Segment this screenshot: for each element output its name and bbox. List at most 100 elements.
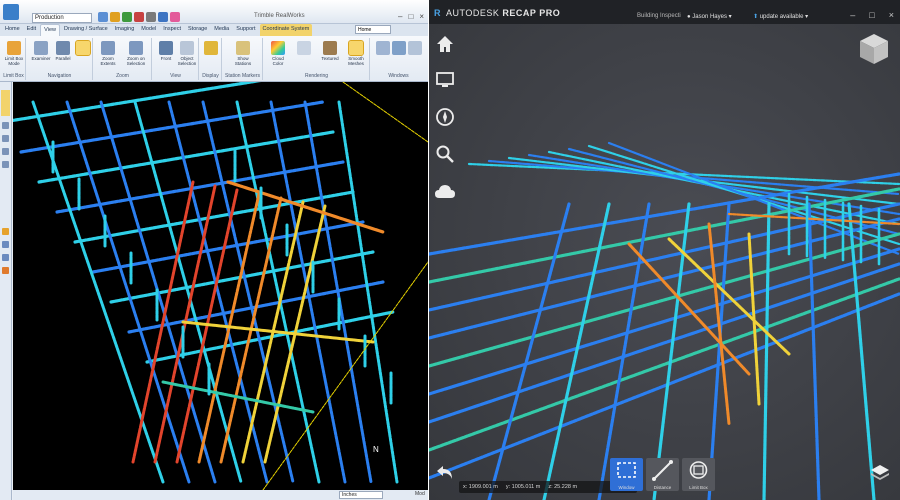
mode-indicator: Mod: [415, 491, 425, 497]
ribbon-group-label: Windows: [388, 73, 409, 79]
layers-icon[interactable]: [870, 464, 890, 482]
zoom-extents-button[interactable]: Zoom Extents: [98, 41, 118, 66]
units-field[interactable]: Inches: [339, 491, 383, 499]
ribbon-search-box[interactable]: Home: [355, 25, 391, 34]
tab-drawing-surface[interactable]: Drawing / Surface: [61, 24, 111, 36]
zoom-extents-icon: [101, 41, 115, 55]
tab-media[interactable]: Media: [211, 24, 232, 36]
tab-model[interactable]: Model: [138, 24, 159, 36]
recap-3d-viewport[interactable]: [429, 24, 900, 500]
realworks-3d-viewport[interactable]: N: [13, 82, 428, 490]
ribbon-group-label: Limit Box: [3, 73, 24, 79]
front-view-button[interactable]: Front: [156, 41, 176, 61]
structural-beam: [337, 100, 399, 484]
tab-inspect[interactable]: Inspect: [160, 24, 184, 36]
close-button[interactable]: ×: [419, 12, 424, 21]
display-button[interactable]: [201, 41, 221, 56]
open-icon[interactable]: [110, 12, 120, 22]
tab-storage[interactable]: Storage: [185, 24, 210, 36]
maximize-button[interactable]: □: [869, 10, 874, 20]
cloud-color-icon: [271, 41, 285, 55]
structural-beam: [542, 202, 611, 500]
limit-box-button[interactable]: Limit Box: [682, 458, 715, 491]
render-option-button[interactable]: [294, 41, 314, 56]
window-cascade-button[interactable]: [405, 41, 425, 56]
parallel-button[interactable]: Parallel: [53, 41, 73, 61]
realworks-titlebar: Production Trimble RealWorks – □ ×: [0, 0, 428, 24]
tab-home[interactable]: Home: [2, 24, 23, 36]
tool-label: Window: [618, 485, 635, 490]
navigation-mode-button[interactable]: [73, 40, 93, 56]
tab-view[interactable]: View: [40, 24, 60, 36]
realworks-app-icon[interactable]: [3, 4, 19, 20]
back-arrow-icon[interactable]: [434, 462, 456, 484]
structural-beam: [13, 82, 262, 123]
zoom-selection-button[interactable]: Zoom on Selection: [122, 41, 150, 66]
structural-beam: [429, 172, 900, 256]
close-button[interactable]: ×: [889, 10, 894, 20]
update-icon: ⬆: [753, 14, 759, 20]
ribbon: Limit Box Mode Limit Box Examiner Parall…: [0, 36, 428, 82]
ribbon-group-rendering: Cloud Color Textured Smooth Meshes Rende…: [264, 38, 370, 80]
maximize-button[interactable]: □: [408, 12, 413, 21]
monitor-icon[interactable]: [434, 70, 456, 92]
cloud-color-button[interactable]: Cloud Color: [268, 41, 288, 66]
examiner-button[interactable]: Examiner: [31, 41, 51, 61]
ribbon-group-label: View: [170, 73, 181, 79]
show-stations-button[interactable]: Show Stations: [233, 41, 253, 66]
distance-button[interactable]: Distance: [646, 458, 679, 491]
update-menu[interactable]: ⬆ update available ▾: [753, 13, 808, 20]
structural-beam: [807, 202, 821, 500]
save-icon[interactable]: [122, 12, 132, 22]
minimize-button[interactable]: –: [850, 10, 855, 20]
workspace-tab[interactable]: [1, 90, 10, 116]
limit-box-mode-button[interactable]: Limit Box Mode: [4, 41, 24, 66]
mode-select[interactable]: Production: [32, 13, 92, 23]
tool-label: Limit Box: [689, 485, 708, 490]
project-name[interactable]: Building Inspecti: [637, 13, 681, 19]
select-tool-icon[interactable]: [2, 254, 9, 261]
window-select-button[interactable]: Window: [610, 458, 643, 491]
axis-gizmo: N: [373, 445, 379, 454]
minimize-button[interactable]: –: [398, 12, 402, 21]
object-selection-button[interactable]: Object Selection: [177, 41, 197, 66]
stations-icon: [236, 41, 250, 55]
view-cube[interactable]: [858, 32, 890, 66]
window-cascade-icon: [408, 41, 422, 55]
measure-tool-icon[interactable]: [2, 241, 9, 248]
home-icon[interactable]: [434, 34, 456, 56]
tree-icon[interactable]: [2, 122, 9, 129]
distance-icon: [652, 460, 673, 481]
undo-icon[interactable]: [134, 12, 144, 22]
redo-icon[interactable]: [146, 12, 156, 22]
new-icon[interactable]: [98, 12, 108, 22]
properties-icon[interactable]: [2, 135, 9, 142]
marker-tool-icon[interactable]: [2, 267, 9, 274]
cloud-icon[interactable]: [434, 182, 456, 204]
recap-logo-icon: R: [434, 8, 441, 18]
window-layout-icon: [376, 41, 390, 55]
search-icon[interactable]: [434, 144, 456, 166]
ribbon-group-display: Display: [200, 38, 222, 80]
navigation-icon[interactable]: [434, 107, 456, 129]
tab-coordinate-system[interactable]: Coordinate System: [259, 24, 313, 36]
structural-beam: [487, 159, 900, 196]
filter-icon[interactable]: [2, 161, 9, 168]
layers-icon[interactable]: [2, 148, 9, 155]
ribbon-group-zoom: Zoom Extents Zoom on Selection Zoom: [94, 38, 152, 80]
textured-button[interactable]: Textured: [320, 41, 340, 61]
coord-y: y: 1005.011 m: [505, 484, 541, 490]
tab-imaging[interactable]: Imaging: [112, 24, 138, 36]
smooth-meshes-button[interactable]: Smooth Meshes: [344, 40, 368, 66]
realworks-window: Production Trimble RealWorks – □ × Home E…: [0, 0, 428, 500]
help-icon[interactable]: [170, 12, 180, 22]
ribbon-group-label: Rendering: [304, 73, 329, 79]
print-icon[interactable]: [158, 12, 168, 22]
limit-box-icon: [7, 41, 21, 55]
tab-edit[interactable]: Edit: [24, 24, 39, 36]
pen-tool-icon[interactable]: [2, 228, 9, 235]
user-menu[interactable]: ● Jason Hayes ▾: [687, 13, 732, 20]
render-option-icon: [297, 41, 311, 55]
object-selection-icon: [180, 41, 194, 55]
tab-support[interactable]: Support: [233, 24, 258, 36]
